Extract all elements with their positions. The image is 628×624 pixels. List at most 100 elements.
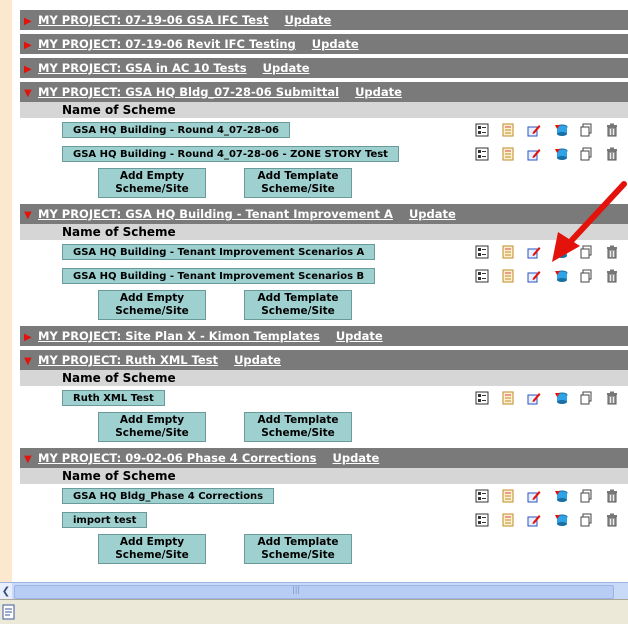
report-icon[interactable] <box>501 488 515 503</box>
copy-icon[interactable] <box>579 268 593 283</box>
scheme-name-column-header: Name of Scheme <box>20 370 628 386</box>
add-template-scheme-button[interactable]: Add Template Scheme/Site <box>244 168 352 198</box>
project-title-link[interactable]: MY PROJECT: GSA in AC 10 Tests <box>38 61 247 75</box>
report-icon[interactable] <box>501 268 515 283</box>
project-title-link[interactable]: MY PROJECT: Ruth XML Test <box>38 353 218 367</box>
project-header[interactable]: ▼ MY PROJECT: 09-02-06 Phase 4 Correction… <box>20 448 628 468</box>
project-title-link[interactable]: MY PROJECT: Site Plan X - Kimon Template… <box>38 329 320 343</box>
project-title-link[interactable]: MY PROJECT: 07-19-06 GSA IFC Test <box>38 13 268 27</box>
add-empty-label: Scheme/Site <box>115 183 189 195</box>
page-icon <box>2 604 15 620</box>
project-header[interactable]: ▶ MY PROJECT: 07-19-06 Revit IFC Testing U… <box>20 34 628 54</box>
properties-icon[interactable] <box>475 268 489 283</box>
add-template-scheme-button[interactable]: Add Template Scheme/Site <box>244 290 352 320</box>
horizontal-scrollbar[interactable]: ❮ ||| <box>0 582 628 600</box>
delete-icon[interactable] <box>605 122 619 137</box>
delete-icon[interactable] <box>605 488 619 503</box>
delete-icon[interactable] <box>605 146 619 161</box>
export-icon[interactable] <box>555 268 569 282</box>
update-link[interactable]: Update <box>312 37 359 51</box>
export-icon[interactable] <box>555 146 569 160</box>
copy-icon[interactable] <box>579 390 593 405</box>
copy-icon[interactable] <box>579 146 593 161</box>
project-header[interactable]: ▶ MY PROJECT: GSA in AC 10 Tests Update <box>20 58 628 78</box>
properties-icon[interactable] <box>475 390 489 405</box>
scheme-name-column-header: Name of Scheme <box>20 224 628 240</box>
collapse-triangle-icon[interactable]: ▼ <box>24 206 38 224</box>
delete-icon[interactable] <box>605 390 619 405</box>
edit-icon[interactable] <box>527 244 541 259</box>
scheme-button[interactable]: GSA HQ Building - Round 4_07-28-06 <box>62 122 291 138</box>
export-icon[interactable] <box>555 122 569 136</box>
update-link[interactable]: Update <box>409 207 456 221</box>
update-link[interactable]: Update <box>336 329 383 343</box>
copy-icon[interactable] <box>579 488 593 503</box>
scheme-name-column-header: Name of Scheme <box>20 102 628 118</box>
add-empty-scheme-button[interactable]: Add Empty Scheme/Site <box>98 412 206 442</box>
report-icon[interactable] <box>501 146 515 161</box>
properties-icon[interactable] <box>475 146 489 161</box>
project-header[interactable]: ▼ MY PROJECT: Ruth XML Test Update <box>20 350 628 370</box>
update-link[interactable]: Update <box>333 451 380 465</box>
add-empty-label: Scheme/Site <box>115 549 189 561</box>
scheme-button[interactable]: GSA HQ Bldg_Phase 4 Corrections <box>62 488 275 504</box>
collapse-triangle-icon[interactable]: ▼ <box>24 450 38 468</box>
export-icon[interactable] <box>555 512 569 526</box>
edit-icon[interactable] <box>527 390 541 405</box>
scheme-button[interactable]: GSA HQ Building - Tenant Improvement Sce… <box>62 268 376 284</box>
properties-icon[interactable] <box>475 122 489 137</box>
scheme-button[interactable]: Ruth XML Test <box>62 390 165 406</box>
properties-icon[interactable] <box>475 512 489 527</box>
project-header[interactable]: ▼ MY PROJECT: GSA HQ Building - Tenant Im… <box>20 204 628 224</box>
scheme-button[interactable]: GSA HQ Building - Round 4_07-28-06 - ZON… <box>62 146 399 162</box>
edit-icon[interactable] <box>527 268 541 283</box>
copy-icon[interactable] <box>579 122 593 137</box>
collapse-triangle-icon[interactable]: ▼ <box>24 352 38 370</box>
add-template-scheme-button[interactable]: Add Template Scheme/Site <box>244 534 352 564</box>
update-link[interactable]: Update <box>263 61 310 75</box>
update-link[interactable]: Update <box>234 353 281 367</box>
project-header[interactable]: ▼ MY PROJECT: GSA HQ Bldg_07-28-06 Submit… <box>20 82 628 102</box>
scrollbar-thumb[interactable] <box>14 585 614 599</box>
delete-icon[interactable] <box>605 268 619 283</box>
scheme-button[interactable]: import test <box>62 512 148 528</box>
project-header[interactable]: ▶ MY PROJECT: Site Plan X - Kimon Templat… <box>20 326 628 346</box>
add-template-label: Add Template <box>257 536 339 548</box>
add-empty-scheme-button[interactable]: Add Empty Scheme/Site <box>98 534 206 564</box>
add-template-scheme-button[interactable]: Add Template Scheme/Site <box>244 412 352 442</box>
report-icon[interactable] <box>501 512 515 527</box>
properties-icon[interactable] <box>475 488 489 503</box>
edit-icon[interactable] <box>527 146 541 161</box>
add-empty-scheme-button[interactable]: Add Empty Scheme/Site <box>98 290 206 320</box>
project-title-link[interactable]: MY PROJECT: GSA HQ Bldg_07-28-06 Submitt… <box>38 85 339 99</box>
project-title-link[interactable]: MY PROJECT: 09-02-06 Phase 4 Corrections <box>38 451 317 465</box>
edit-icon[interactable] <box>527 488 541 503</box>
report-icon[interactable] <box>501 390 515 405</box>
project-title-link[interactable]: MY PROJECT: GSA HQ Building - Tenant Imp… <box>38 207 393 221</box>
expand-triangle-icon[interactable]: ▶ <box>24 12 38 30</box>
delete-icon[interactable] <box>605 244 619 259</box>
export-icon[interactable] <box>555 244 569 258</box>
update-link[interactable]: Update <box>355 85 402 99</box>
scroll-left-icon[interactable]: ❮ <box>0 583 12 600</box>
expand-triangle-icon[interactable]: ▶ <box>24 328 38 346</box>
delete-icon[interactable] <box>605 512 619 527</box>
export-icon[interactable] <box>555 488 569 502</box>
properties-icon[interactable] <box>475 244 489 259</box>
copy-icon[interactable] <box>579 512 593 527</box>
update-link[interactable]: Update <box>284 13 331 27</box>
project-header[interactable]: ▶ MY PROJECT: 07-19-06 GSA IFC Test Update <box>20 10 628 30</box>
expand-triangle-icon[interactable]: ▶ <box>24 36 38 54</box>
report-icon[interactable] <box>501 244 515 259</box>
scheme-button[interactable]: GSA HQ Building - Tenant Improvement Sce… <box>62 244 376 260</box>
edit-icon[interactable] <box>527 122 541 137</box>
report-icon[interactable] <box>501 122 515 137</box>
expand-triangle-icon[interactable]: ▶ <box>24 60 38 78</box>
add-empty-label: Scheme/Site <box>115 427 189 439</box>
collapse-triangle-icon[interactable]: ▼ <box>24 84 38 102</box>
edit-icon[interactable] <box>527 512 541 527</box>
add-empty-scheme-button[interactable]: Add Empty Scheme/Site <box>98 168 206 198</box>
copy-icon[interactable] <box>579 244 593 259</box>
export-icon[interactable] <box>555 390 569 404</box>
project-title-link[interactable]: MY PROJECT: 07-19-06 Revit IFC Testing <box>38 37 296 51</box>
